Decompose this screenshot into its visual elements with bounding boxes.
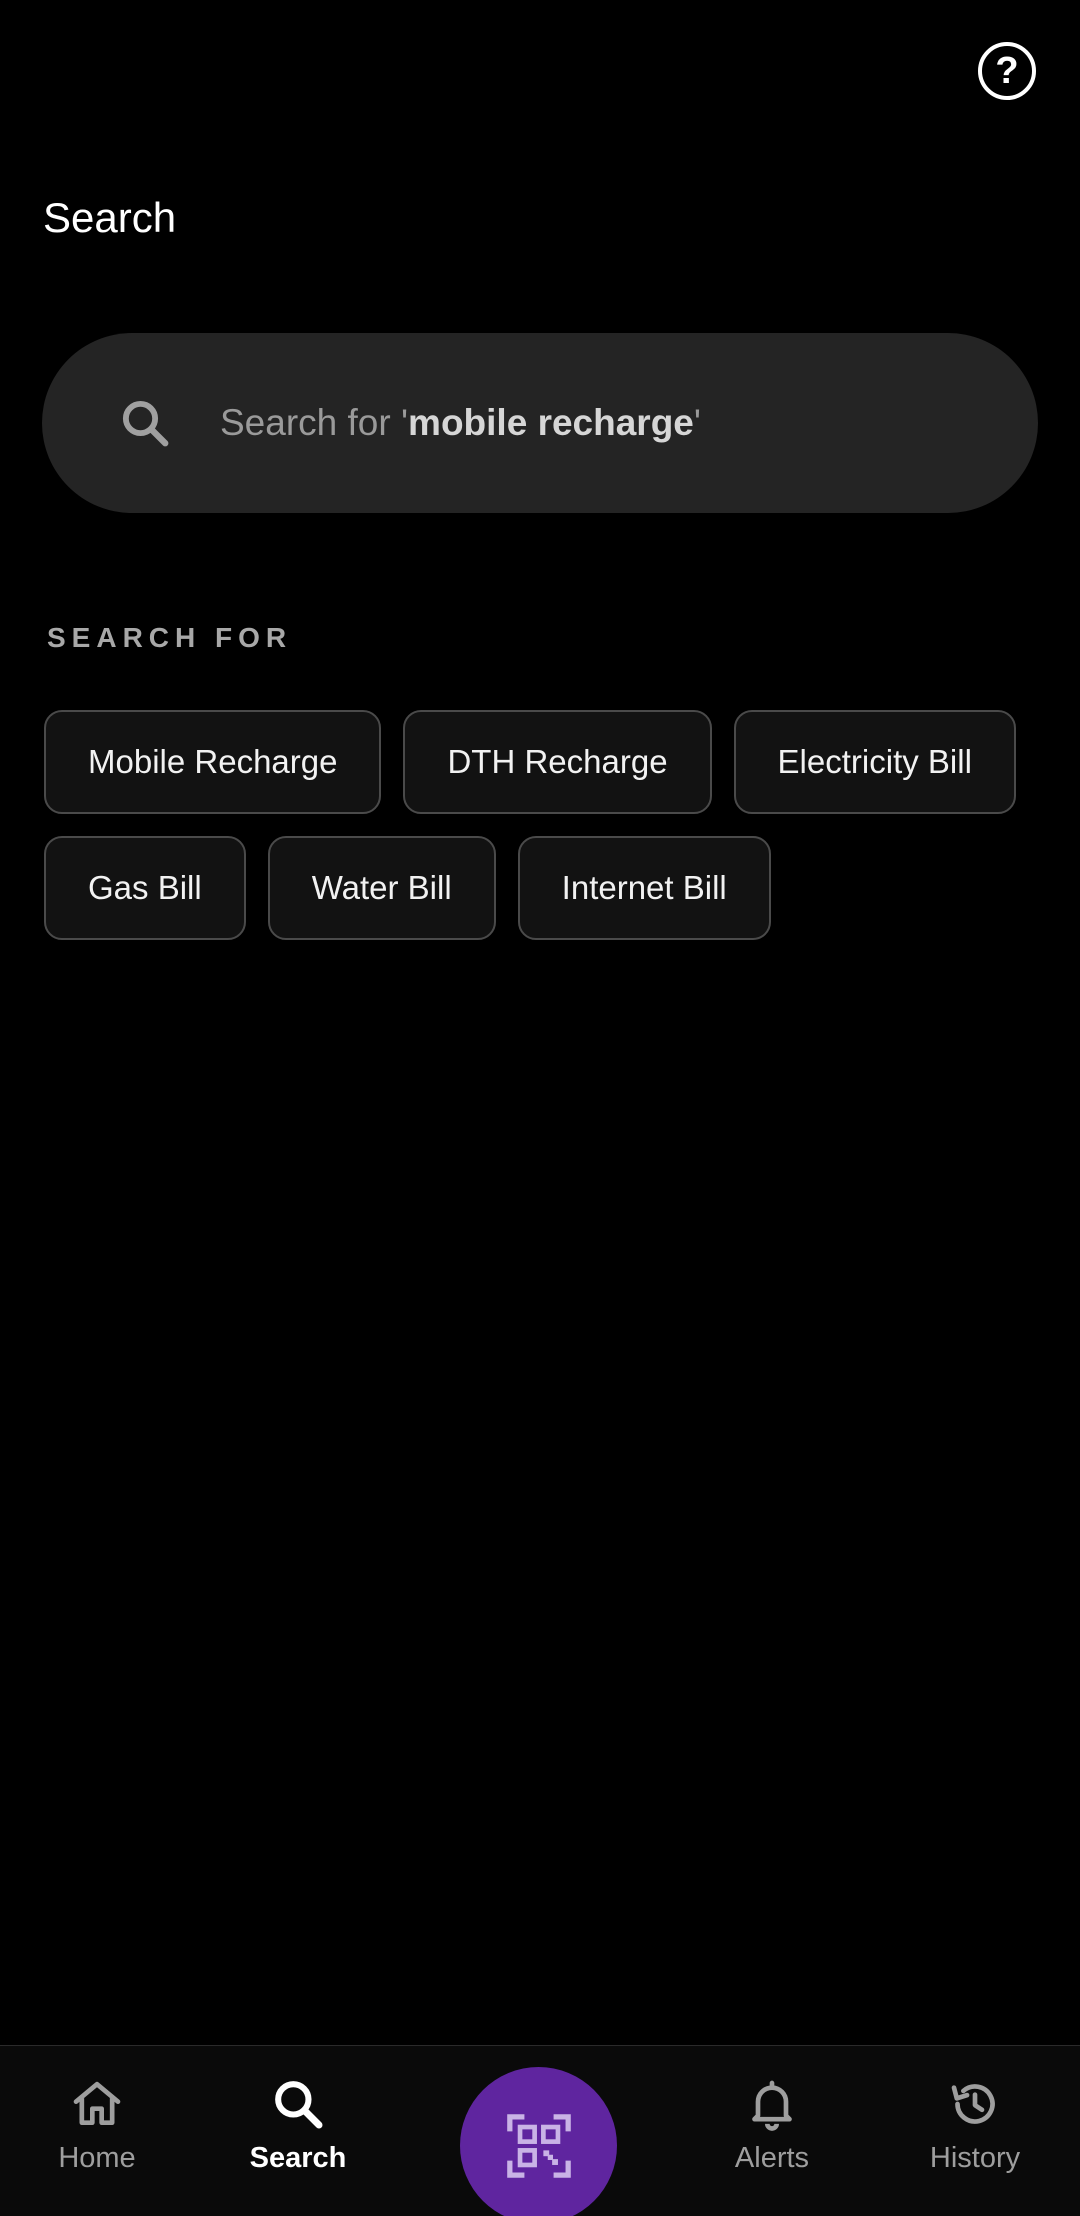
chip-electricity-bill[interactable]: Electricity Bill [733,710,1016,814]
chip-water-bill[interactable]: Water Bill [267,836,496,940]
nav-item-home[interactable]: Home [17,2076,177,2175]
bell-icon [752,2080,792,2131]
chip-internet-bill[interactable]: Internet Bill [517,836,771,940]
search-icon [122,400,169,447]
scan-qr-button[interactable] [460,2067,617,2216]
search-screen: ? Search Search for 'mobile recharge' SE… [0,0,1080,2216]
chip-row: Gas Bill Water Bill Internet Bill [44,836,1044,940]
question-circle-icon: ? [995,49,1019,92]
search-placeholder: Search for 'mobile recharge' [220,402,701,443]
chip-dth-recharge[interactable]: DTH Recharge [403,710,712,814]
chip-mobile-recharge[interactable]: Mobile Recharge [44,710,382,814]
search-icon [275,2081,323,2129]
nav-item-search[interactable]: Search [218,2076,378,2175]
chip-row: Mobile Recharge DTH Recharge Electricity… [44,710,1044,814]
page-title: Search [43,194,177,241]
nav-label-search: Search [249,2142,347,2174]
suggestion-chips: Mobile Recharge DTH Recharge Electricity… [44,710,1044,962]
nav-label-alerts: Alerts [734,2142,810,2174]
history-icon [951,2084,995,2124]
search-placeholder-highlight: mobile recharge [408,402,694,443]
home-icon [73,2081,121,2125]
nav-label-home: Home [58,2142,136,2174]
section-label-search-for: SEARCH FOR [47,622,293,653]
qr-scan-icon [506,2113,571,2178]
chip-gas-bill[interactable]: Gas Bill [44,836,246,940]
help-button[interactable]: ? [978,42,1036,100]
nav-item-history[interactable]: History [895,2076,1055,2175]
search-input[interactable]: Search for 'mobile recharge' [42,333,1038,513]
nav-label-history: History [929,2142,1021,2174]
nav-item-alerts[interactable]: Alerts [692,2076,852,2175]
